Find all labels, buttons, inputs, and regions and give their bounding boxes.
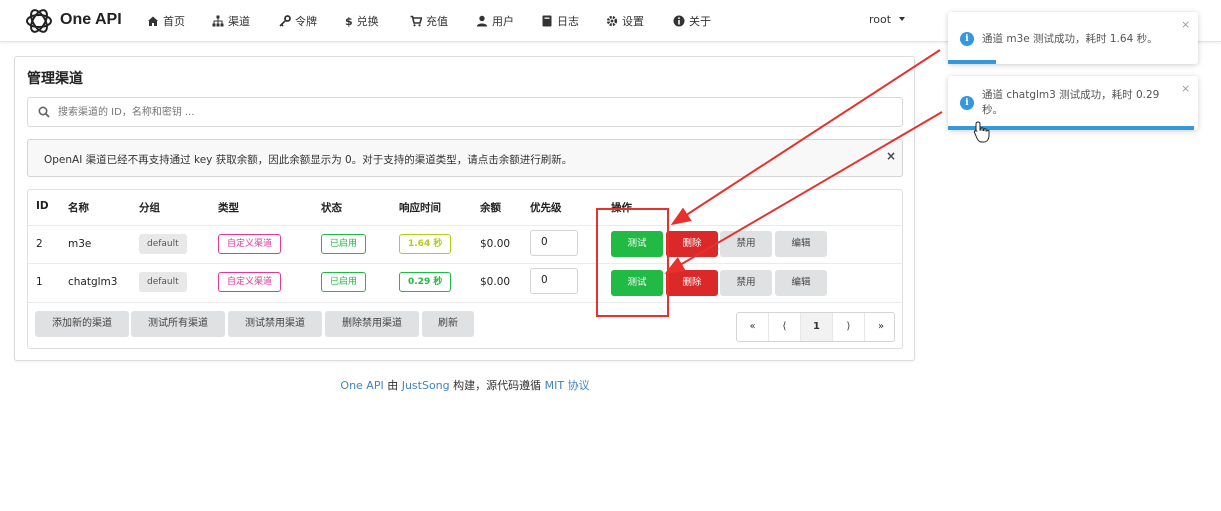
hand-cursor-icon xyxy=(973,121,990,143)
annotation-arrow xyxy=(664,111,943,275)
annotation-overlay xyxy=(596,49,990,317)
highlight-rectangle xyxy=(596,208,669,317)
